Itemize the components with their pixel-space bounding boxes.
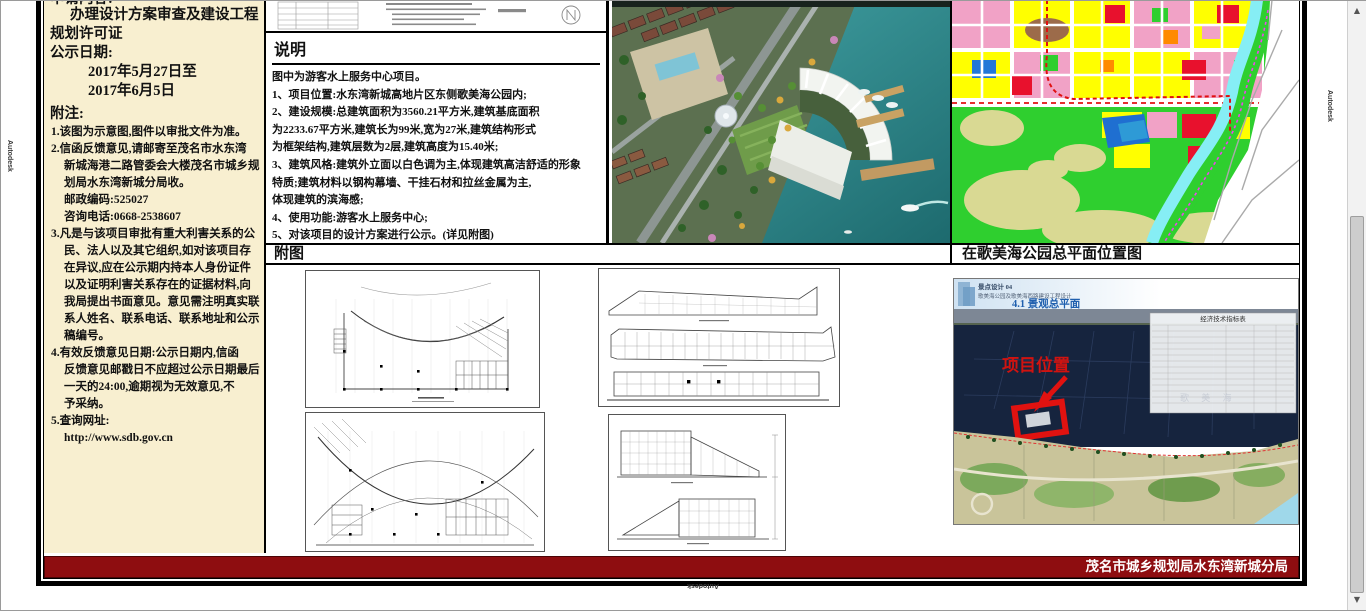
note-line: 系人姓名、联系电话、联系地址和公示 (50, 311, 262, 328)
scroll-up-icon[interactable]: ▲ (1348, 3, 1366, 19)
note-line: 咨询电话:0668-2538607 (50, 209, 262, 226)
location-map-header: 在歌美海公园总平面位置图 (950, 243, 1299, 265)
note-line: 邮政编码:525027 (50, 192, 262, 209)
partial-drawing-strip (266, 0, 606, 33)
autodesk-watermark-right: Autodesk (1326, 90, 1333, 122)
description-line: 为框架结构,建筑层数为2层,建筑高度为15.40米; (272, 139, 600, 157)
mini-table (278, 2, 358, 29)
note-line: 我局提出书面意见。意见需注明真实联 (50, 294, 262, 311)
note-line: 4.有效反馈意见日期:公示日期内,信函 (50, 345, 262, 362)
floor-plan-drawing-2 (305, 412, 545, 552)
table-title: 经济技术指标表 (1200, 314, 1246, 323)
note-line: 在异议,应在公示期内持本人身份证件 (50, 260, 262, 277)
autodesk-watermark-bottom: Autodesk (668, 582, 738, 589)
scrollbar-thumb[interactable] (1350, 216, 1364, 593)
publicity-date-end: 2017年6月5日 (50, 82, 262, 101)
description-line: 特质;建筑材料以钢构幕墙、干挂石材和拉丝金属为主, (272, 175, 600, 193)
description-column: 说明 图中为游客水上服务中心项目。 1、项目位置:水东湾新城高地片区东侧歌美海公… (266, 0, 609, 243)
note-line: 3.凡是与该项目审批有重大利害关系的公 (50, 226, 262, 243)
plan-notice-sheet: 申请内容: 办理设计方案审查及建设工程 规划许可证 公示日期: 2017年5月2… (36, 0, 1307, 586)
notice-text-panel: 申请内容: 办理设计方案审查及建设工程 规划许可证 公示日期: 2017年5月2… (44, 0, 266, 553)
sea-label: 歌 美 海 (1180, 392, 1237, 403)
description-line: 3、建筑风格:建筑外立面以白色调为主,体现建筑高洁舒适的形象 (272, 157, 600, 175)
elevation-drawing-2 (608, 414, 786, 551)
note-line: 稿编号。 (50, 328, 262, 345)
permit-title-line2: 规划许可证 (50, 25, 262, 44)
attachments-header: 附图 (266, 243, 950, 265)
aerial-render-image (612, 0, 950, 243)
note-line: 以及证明利害关系存在的证据材料,向 (50, 277, 262, 294)
autodesk-watermark-left: Autodesk (6, 140, 13, 172)
description-box: 说明 图中为游客水上服务中心项目。 1、项目位置:水东湾新城高地片区东侧歌美海公… (266, 33, 606, 245)
tiny-text-dashes (386, 3, 526, 25)
elevation-drawing-1 (598, 268, 840, 407)
map-kicker: 景点设计 04 (978, 282, 1013, 291)
note-line: 民、法人以及其它组织,如对该项目存 (50, 243, 262, 260)
description-line: 为2233.67平方米,建筑长为99米,宽为27米,建筑结构形式 (272, 122, 600, 140)
note-line: 反馈意见邮戳日不应超过公示日期最后 (50, 362, 262, 379)
scroll-down-icon[interactable]: ▼ (1348, 592, 1366, 608)
agency-footer-banner: 茂名市城乡规划局水东湾新城分局 (44, 556, 1299, 578)
note-line: 予采纳。 (50, 396, 262, 413)
notes-label: 附注: (50, 105, 262, 124)
description-line: 图中为游客水上服务中心项目。 (272, 69, 600, 87)
publicity-date-label: 公示日期: (50, 44, 262, 63)
fountain (715, 105, 737, 127)
description-line: 2、建设规模:总建筑面积为3560.21平方米,建筑基底面积 (272, 104, 600, 122)
location-map-image: 景点设计 04 歌美海公园及歌美海西路建设工程设计 4.1 景观总平面 经济技术… (953, 278, 1299, 525)
map-section-title: 4.1 景观总平面 (1012, 297, 1081, 310)
drawing-strip-art (266, 0, 606, 31)
zoning-map-image (950, 0, 1299, 243)
publicity-date-start: 2017年5月27日至 (50, 63, 262, 82)
permit-title-line1: 办理设计方案审查及建设工程 (50, 6, 262, 25)
city-blocks (952, 0, 1264, 100)
vertical-scrollbar[interactable]: ▲ ▼ (1347, 1, 1366, 610)
project-location-label: 项目位置 (1002, 355, 1070, 375)
description-line: 体现建筑的滨海感; (272, 192, 600, 210)
north-arrow-icon (562, 6, 580, 24)
query-url: http://www.sdb.gov.cn (50, 430, 262, 447)
note-line: 1.该图为示意图,图件以审批文件为准。 (50, 124, 262, 141)
render-top-edge (612, 0, 950, 7)
note-line: 新城海港二路管委会大楼茂名市城乡规 (50, 158, 262, 175)
note-line: 一天的24:00,逾期视为无效意见,不 (50, 379, 262, 396)
description-title: 说明 (272, 34, 600, 65)
floor-plan-drawing-1 (305, 270, 540, 408)
note-line: 划局水东湾新城分局收。 (50, 175, 262, 192)
description-line: 4、使用功能:游客水上服务中心; (272, 210, 600, 228)
description-line: 1、项目位置:水东湾新城高地片区东侧歌美海公园内; (272, 87, 600, 105)
sheet-inner-border: 申请内容: 办理设计方案审查及建设工程 规划许可证 公示日期: 2017年5月2… (43, 0, 1300, 579)
note-line: 2.信函反馈意见,请邮寄至茂名市水东湾 (50, 141, 262, 158)
note-line: 5.查询网址: (50, 413, 262, 430)
